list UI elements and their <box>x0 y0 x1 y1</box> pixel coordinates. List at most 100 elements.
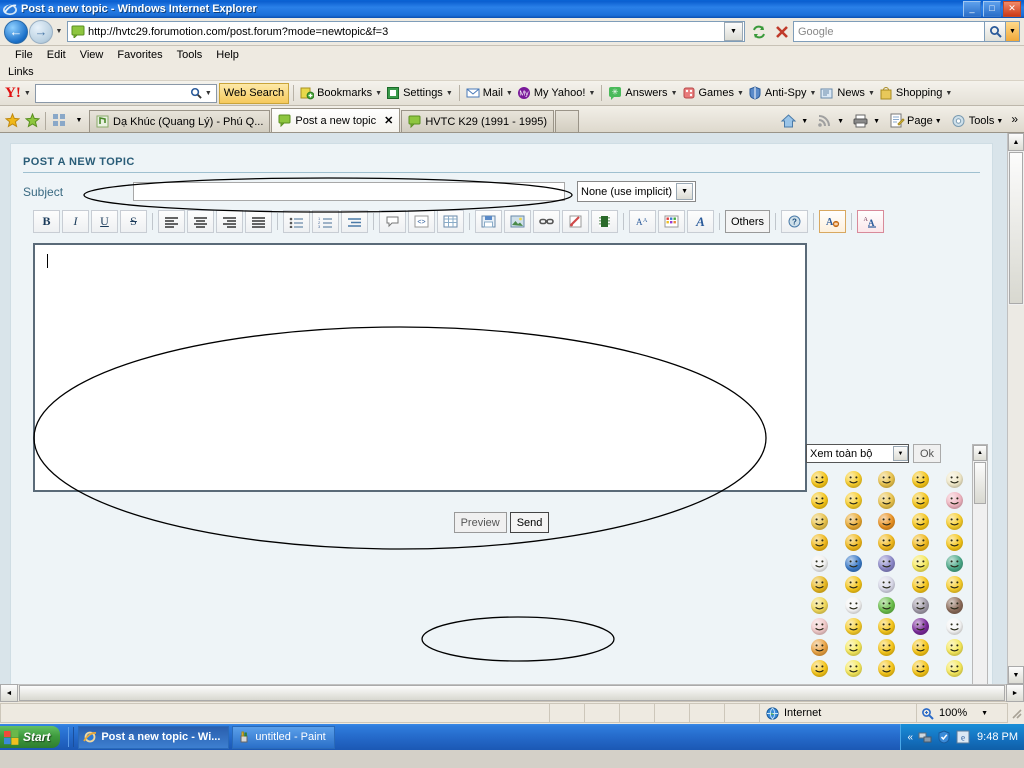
chevron-down-icon[interactable]: ▼ <box>893 446 908 461</box>
font-remove-button[interactable]: A <box>819 210 847 233</box>
yahoo-shopping-button[interactable]: Shopping ▼ <box>877 86 954 100</box>
smiley-28[interactable] <box>912 576 930 593</box>
chevron-down-icon[interactable]: ▼ <box>873 118 880 125</box>
network-icon[interactable] <box>918 730 932 744</box>
page-scroll-track[interactable] <box>1008 305 1024 666</box>
smiley-39[interactable] <box>945 618 963 635</box>
maximize-button[interactable]: □ <box>983 1 1001 17</box>
quick-tabs-icon[interactable] <box>49 109 69 131</box>
smiley-20[interactable] <box>811 555 829 572</box>
page-scroll-thumb[interactable] <box>1009 152 1023 304</box>
home-button[interactable]: ▼ <box>778 113 814 129</box>
others-button[interactable]: Others <box>725 210 771 233</box>
smiley-23[interactable] <box>912 555 930 572</box>
toolbar-overflow-icon[interactable]: » <box>1009 112 1022 130</box>
quote-button[interactable] <box>379 210 406 233</box>
smiley-41[interactable] <box>844 639 862 656</box>
text-decorate-button[interactable]: AA <box>857 210 885 233</box>
page-menu-button[interactable]: Page ▼ <box>886 113 948 129</box>
address-input[interactable]: http://hvtc29.forumotion.com/post.forum?… <box>67 21 745 42</box>
smiley-45[interactable] <box>811 660 829 677</box>
preview-button[interactable]: Preview <box>453 512 507 533</box>
smiley-2[interactable] <box>878 471 896 488</box>
print-button[interactable]: ▼ <box>850 113 886 129</box>
resize-grip-icon[interactable] <box>1008 705 1024 721</box>
smilies-ok-button[interactable]: Ok <box>913 444 941 463</box>
smiley-24[interactable] <box>945 555 963 572</box>
strikethrough-button[interactable]: S <box>120 210 147 233</box>
taskbar-item-paint[interactable]: untitled - Paint <box>232 725 335 749</box>
smiley-13[interactable] <box>912 513 930 530</box>
subject-input[interactable] <box>133 182 565 201</box>
taskbar-item-ie[interactable]: Post a new topic - Wi... <box>78 725 230 749</box>
smiley-38[interactable] <box>912 618 930 635</box>
help-button[interactable]: ? <box>781 210 809 233</box>
minimize-button[interactable]: _ <box>963 1 981 17</box>
smiley-4[interactable] <box>945 471 963 488</box>
align-center-button[interactable] <box>187 210 214 233</box>
smilies-select[interactable]: Xem toàn bộ ▼ <box>806 444 909 463</box>
table-button[interactable] <box>437 210 464 233</box>
address-dropdown-button[interactable]: ▼ <box>724 22 743 41</box>
page-scroll-down-icon[interactable]: ▼ <box>1008 666 1024 684</box>
italic-button[interactable]: I <box>62 210 89 233</box>
tools-menu-button[interactable]: Tools ▼ <box>948 113 1010 129</box>
smiley-33[interactable] <box>912 597 930 614</box>
bold-button[interactable]: B <box>33 210 60 233</box>
smiley-40[interactable] <box>811 639 829 656</box>
smiley-32[interactable] <box>878 597 896 614</box>
history-dropdown[interactable]: ▼ <box>53 28 65 35</box>
shield-icon[interactable] <box>937 730 951 744</box>
smiley-9[interactable] <box>945 492 963 509</box>
page-hscroll-thumb[interactable] <box>19 685 1005 701</box>
align-left-button[interactable] <box>158 210 185 233</box>
menu-item-file[interactable]: File <box>8 49 40 61</box>
smiley-43[interactable] <box>912 639 930 656</box>
yahoo-settings-button[interactable]: Settings ▼ <box>384 86 455 100</box>
system-clock[interactable]: 9:48 PM <box>977 731 1018 743</box>
bullet-list-button[interactable] <box>283 210 310 233</box>
smiley-48[interactable] <box>912 660 930 677</box>
forward-button[interactable]: → <box>29 19 53 44</box>
smiley-42[interactable] <box>878 639 896 656</box>
smiley-3[interactable] <box>912 471 930 488</box>
smiley-21[interactable] <box>844 555 862 572</box>
new-tab-button[interactable] <box>555 110 580 132</box>
tray-expand-icon[interactable]: « <box>907 732 913 743</box>
align-right-button[interactable] <box>216 210 243 233</box>
smiley-25[interactable] <box>811 576 829 593</box>
smiley-0[interactable] <box>811 471 829 488</box>
tab-da-khuc[interactable]: Dạ Khúc (Quang Lý) - Phú Q... <box>89 110 271 132</box>
scroll-track[interactable] <box>973 505 987 684</box>
smiley-16[interactable] <box>844 534 862 551</box>
smiley-17[interactable] <box>878 534 896 551</box>
page-scroll-left-icon[interactable]: ◄ <box>0 684 18 702</box>
send-button[interactable]: Send <box>509 512 550 533</box>
chevron-down-icon[interactable]: ▼ <box>935 118 942 125</box>
yahoo-news-button[interactable]: News ▼ <box>818 86 876 100</box>
search-provider-dropdown[interactable]: ▼ <box>1006 21 1020 42</box>
smiley-14[interactable] <box>945 513 963 530</box>
chevron-down-icon[interactable]: ▼ <box>837 118 844 125</box>
smiley-5[interactable] <box>811 492 829 509</box>
yahoo-anti-spy-button[interactable]: Anti-Spy ▼ <box>746 86 819 100</box>
code-button[interactable]: <> <box>408 210 435 233</box>
back-button[interactable]: ← <box>4 19 28 44</box>
smilies-scrollbar[interactable]: ▲ ▼ <box>972 444 988 684</box>
tab-close-icon[interactable]: ✕ <box>384 114 393 127</box>
message-editor[interactable] <box>33 243 807 492</box>
align-justify-button[interactable] <box>245 210 272 233</box>
chevron-down-icon[interactable]: ▼ <box>801 118 808 125</box>
web-search-button[interactable]: Web Search <box>218 82 290 104</box>
menu-item-tools[interactable]: Tools <box>170 49 210 61</box>
font-color-button[interactable] <box>658 210 685 233</box>
video-button[interactable] <box>591 210 618 233</box>
stop-button[interactable] <box>771 21 792 42</box>
font-size-button[interactable]: AA <box>629 210 656 233</box>
smiley-37[interactable] <box>878 618 896 635</box>
smiley-47[interactable] <box>878 660 896 677</box>
smiley-18[interactable] <box>912 534 930 551</box>
yahoo-mail-button[interactable]: Mail ▼ <box>464 86 515 100</box>
flash-button[interactable] <box>562 210 589 233</box>
smiley-11[interactable] <box>844 513 862 530</box>
